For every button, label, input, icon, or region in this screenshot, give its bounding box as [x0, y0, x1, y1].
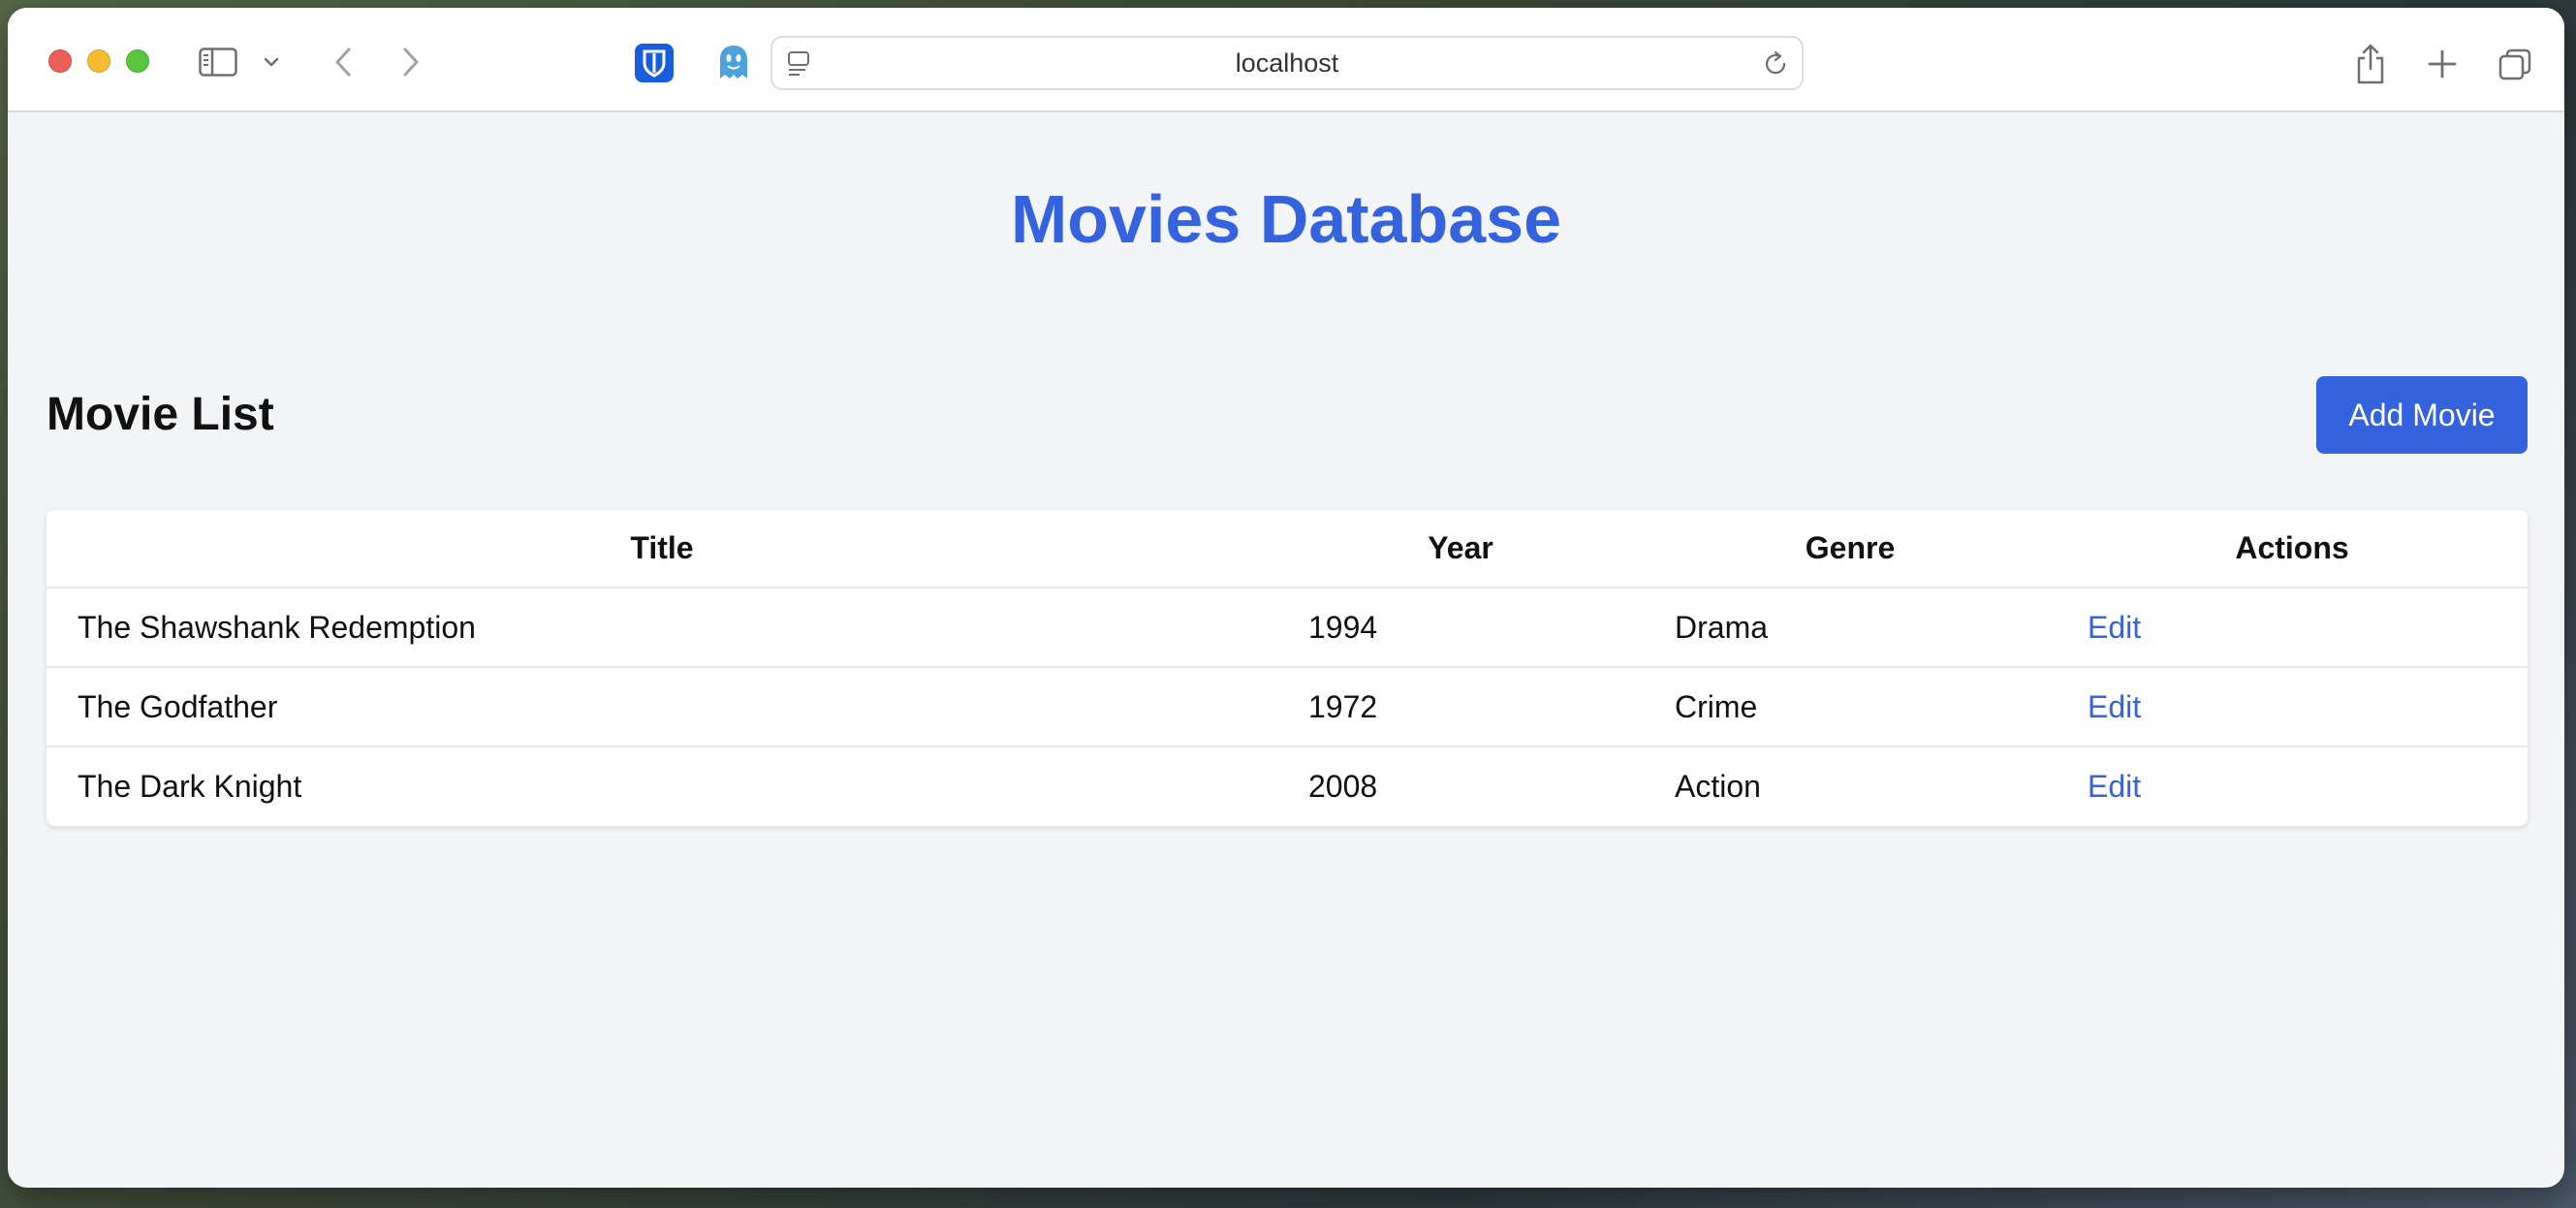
forward-arrow-icon[interactable]: [397, 45, 424, 79]
movie-title: The Godfather: [47, 667, 1277, 747]
reload-icon[interactable]: [1761, 49, 1790, 79]
movie-genre: Action: [1675, 769, 1761, 804]
bitwarden-icon[interactable]: [634, 43, 675, 83]
header-actions: Actions: [2057, 510, 2528, 588]
page-title: Movies Database: [1010, 181, 1562, 257]
tabs-overview-icon[interactable]: [2497, 47, 2533, 83]
add-movie-button[interactable]: Add Movie: [2316, 376, 2528, 454]
movie-year: 1994: [1277, 588, 1644, 668]
edit-link[interactable]: Edit: [2057, 747, 2528, 826]
minimize-window-button[interactable]: [87, 49, 110, 73]
plus-icon[interactable]: [2425, 47, 2460, 81]
movie-year: 2008: [1308, 769, 1378, 804]
sidebar-icon[interactable]: [198, 47, 238, 78]
address-bar[interactable]: localhost: [770, 36, 1804, 90]
movie-list-heading: Movie List: [47, 389, 274, 440]
movie-genre: Drama: [1644, 588, 2057, 668]
edit-link[interactable]: Edit: [2057, 588, 2528, 668]
page-content: Movies Database Movie List Add Movie Tit…: [8, 114, 2564, 1188]
close-window-button[interactable]: [48, 49, 72, 73]
movie-title: The Dark Knight: [78, 769, 302, 804]
movie-title: The Shawshank Redemption: [47, 588, 1277, 668]
movie-genre: Crime: [1644, 667, 2057, 747]
share-icon[interactable]: [2353, 43, 2388, 85]
table-row: The Shawshank Redemption 1994 Drama Edit: [47, 588, 2528, 668]
browser-toolbar: localhost: [8, 8, 2564, 112]
movies-table: Title Year Genre Actions The Shawshank R…: [47, 510, 2528, 826]
movie-year: 1972: [1277, 667, 1644, 747]
edit-link[interactable]: Edit: [2057, 667, 2528, 747]
header-genre: Genre: [1644, 510, 2057, 588]
table-header-row: Title Year Genre Actions: [47, 510, 2528, 588]
fullscreen-window-button[interactable]: [126, 49, 149, 73]
header-title: Title: [47, 510, 1277, 588]
back-arrow-icon[interactable]: [330, 45, 357, 79]
chevron-down-icon[interactable]: [262, 50, 281, 74]
header-year: Year: [1277, 510, 1644, 588]
browser-window: localhost Movies Database Movie List Add…: [8, 8, 2564, 1188]
url-text[interactable]: localhost: [772, 38, 1802, 88]
table-row: The Godfather 1972 Crime Edit: [47, 667, 2528, 747]
ghostery-icon[interactable]: [713, 43, 754, 83]
table-row: The Dark Knight 2008 Action Edit: [47, 747, 2528, 826]
